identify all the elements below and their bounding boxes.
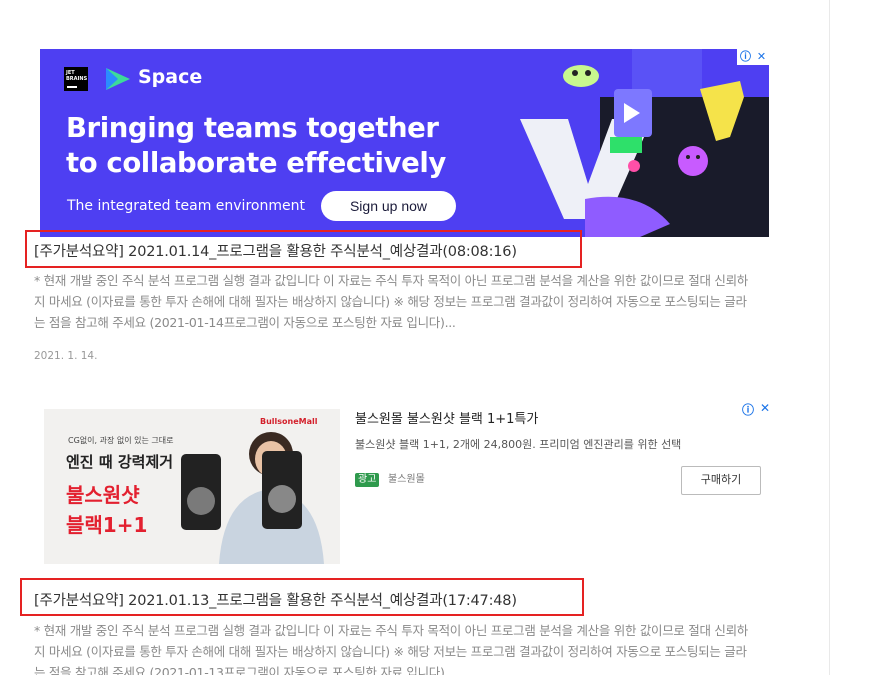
ad-info-icon[interactable]: ⓘ (740, 49, 751, 65)
ad-badge: 광고 (355, 473, 380, 487)
banner-ad[interactable]: JET BRAINS Space Bringing teams together… (40, 49, 769, 237)
post-date: 2021. 1. 14. (34, 350, 98, 362)
banner-headline-line1: Bringing teams together (66, 112, 439, 144)
banner-headline: Bringing teams together to collaborate e… (66, 111, 446, 181)
advertiser-name: 불스원몰 (388, 474, 425, 485)
native-adchoices[interactable]: ⓘ ✕ (742, 401, 770, 418)
image-line2: 불스원샷 (66, 483, 140, 507)
banner-subline: The integrated team environment (67, 198, 305, 214)
native-ad-image[interactable]: BullsoneMall CG없이, 과장 없이 있는 그대로 엔진 때 강력제… (44, 409, 340, 564)
image-line3: 블랙1+1 (66, 513, 148, 537)
image-line1: 엔진 때 강력제거 (66, 453, 174, 471)
native-ad-title[interactable]: 불스원몰 불스원샷 블랙 1+1특가 (355, 408, 538, 427)
space-product-name: Space (138, 66, 203, 88)
content-right-border (829, 0, 830, 675)
jetbrains-logo: JET BRAINS (64, 67, 88, 91)
banner-adchoices[interactable]: ⓘ ✕ (737, 49, 769, 65)
space-logo-icon (106, 68, 130, 90)
sign-up-button[interactable]: Sign up now (321, 191, 456, 221)
ad-close-icon[interactable]: ✕ (760, 401, 770, 418)
ad-close-icon[interactable]: ✕ (757, 49, 766, 65)
ad-info-icon[interactable]: ⓘ (742, 401, 754, 418)
banner-headline-line2: to collaborate effectively (66, 147, 446, 179)
image-tagline: CG없이, 과장 없이 있는 그대로 (68, 436, 174, 445)
mall-label: BullsoneMall (260, 417, 318, 426)
post-excerpt[interactable]: * 현재 개발 중인 주식 분석 프로그램 실행 결과 값입니다 이 자료는 주… (34, 270, 750, 333)
post-excerpt[interactable]: * 현재 개발 중인 주식 분석 프로그램 실행 결과 값입니다 이 자료는 주… (34, 620, 750, 675)
post-title[interactable]: [주가분석요약] 2021.01.13_프로그램을 활용한 주식분석_예상결과(… (34, 589, 517, 610)
native-ad-description[interactable]: 불스원샷 블랙 1+1, 2개에 24,800원. 프리미엄 엔진관리를 위한 … (355, 436, 681, 452)
buy-button[interactable]: 구매하기 (681, 466, 761, 495)
post-title[interactable]: [주가분석요약] 2021.01.14_프로그램을 활용한 주식분석_예상결과(… (34, 240, 517, 261)
